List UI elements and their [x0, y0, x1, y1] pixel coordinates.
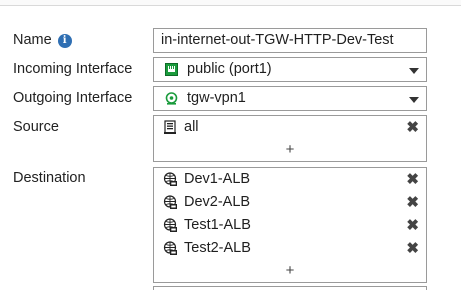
remove-icon[interactable]: ✖: [406, 214, 419, 237]
outgoing-interface-value: tgw-vpn1: [187, 90, 246, 106]
destination-entry: Test2-ALB ✖: [154, 237, 426, 260]
destination-label: Destination: [13, 170, 86, 186]
destination-entry: Dev2-ALB ✖: [154, 191, 426, 214]
destination-entry: Test1-ALB ✖: [154, 214, 426, 237]
fqdn-address-icon: [163, 195, 177, 209]
remove-icon[interactable]: ✖: [406, 116, 419, 139]
fqdn-address-icon: [163, 172, 177, 186]
name-label: Name i: [13, 32, 72, 48]
name-label-text: Name: [13, 32, 52, 48]
outgoing-interface-select[interactable]: tgw-vpn1: [153, 86, 427, 111]
destination-list[interactable]: Dev1-ALB ✖ Dev2-ALB ✖ Test1-ALB ✖ Test2-…: [153, 167, 427, 283]
destination-entry-label: Test1-ALB: [184, 217, 251, 233]
next-field-edge: [153, 286, 427, 290]
add-destination-button[interactable]: +: [154, 260, 426, 282]
address-object-icon: [164, 120, 176, 134]
top-divider: [0, 0, 461, 6]
info-icon[interactable]: i: [57, 34, 72, 48]
destination-entry-label: Dev2-ALB: [184, 194, 251, 210]
name-input-value: in-internet-out-TGW-HTTP-Dev-Test: [161, 32, 394, 48]
source-entry-label: all: [184, 119, 199, 135]
add-source-button[interactable]: +: [154, 139, 426, 161]
port-icon: [165, 63, 178, 76]
remove-icon[interactable]: ✖: [406, 237, 419, 260]
fqdn-address-icon: [163, 241, 177, 255]
destination-entry: Dev1-ALB ✖: [154, 168, 426, 191]
source-label: Source: [13, 119, 59, 135]
remove-icon[interactable]: ✖: [406, 191, 419, 214]
destination-entry-label: Test2-ALB: [184, 240, 251, 256]
incoming-interface-label: Incoming Interface: [13, 61, 133, 77]
source-list[interactable]: all ✖ +: [153, 115, 427, 162]
incoming-interface-select[interactable]: public (port1): [153, 57, 427, 82]
source-entry: all ✖: [154, 116, 426, 139]
vpn-tunnel-icon: [165, 92, 178, 105]
outgoing-interface-label: Outgoing Interface: [13, 90, 133, 106]
incoming-interface-value: public (port1): [187, 61, 272, 77]
remove-icon[interactable]: ✖: [406, 168, 419, 191]
fqdn-address-icon: [163, 218, 177, 232]
destination-entry-label: Dev1-ALB: [184, 171, 251, 187]
chevron-down-icon[interactable]: [409, 68, 419, 74]
chevron-down-icon[interactable]: [409, 97, 419, 103]
name-input[interactable]: in-internet-out-TGW-HTTP-Dev-Test: [153, 28, 427, 53]
